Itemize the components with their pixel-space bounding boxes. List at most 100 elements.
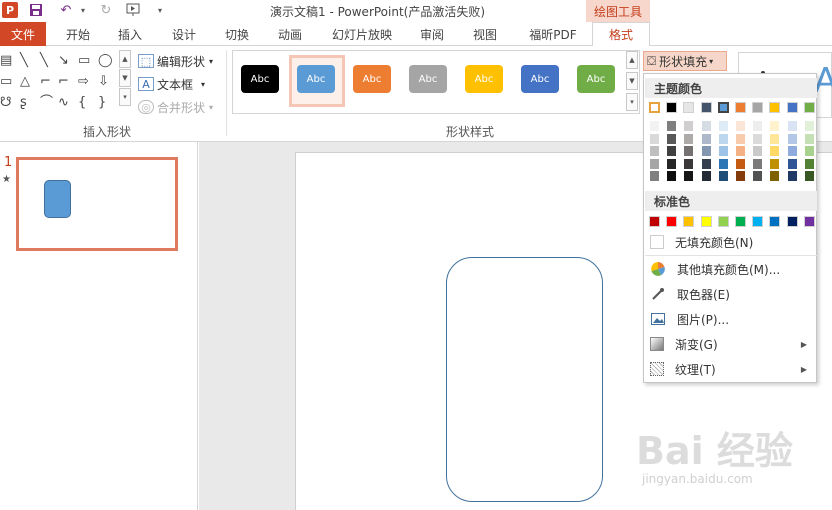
theme-shade-swatch[interactable] (649, 132, 660, 145)
theme-shade-swatch[interactable] (803, 145, 815, 157)
theme-shade-swatch[interactable] (683, 120, 695, 132)
shape-style-2[interactable]: Abc (297, 65, 335, 93)
theme-shade-swatch[interactable] (700, 132, 712, 145)
theme-shade-swatch[interactable] (769, 120, 781, 132)
theme-shade-swatch[interactable] (649, 145, 660, 157)
theme-shade-swatch[interactable] (803, 170, 815, 182)
theme-shade-swatch[interactable] (786, 170, 798, 182)
edit-shape-button[interactable]: ⬚ 编辑形状 ▾ (138, 51, 213, 71)
tab-view[interactable]: 视图 (467, 22, 503, 46)
theme-shade-swatch[interactable] (717, 170, 729, 182)
theme-shade-swatch[interactable] (700, 145, 712, 157)
standard-color-swatch[interactable] (769, 216, 781, 227)
left-brace-shape-icon[interactable]: { (78, 96, 86, 110)
theme-color-swatch[interactable] (735, 102, 746, 113)
theme-color-swatch[interactable] (752, 102, 764, 113)
tab-slideshow[interactable]: 幻灯片放映 (327, 22, 397, 46)
theme-shade-swatch[interactable] (786, 145, 798, 157)
standard-color-swatch[interactable] (683, 216, 695, 227)
theme-shade-swatch[interactable] (752, 120, 764, 132)
triangle-shape-icon[interactable]: △ (20, 75, 30, 89)
arrow-line-shape-icon[interactable]: ↘ (58, 54, 69, 68)
theme-shade-swatch[interactable] (683, 170, 695, 182)
tab-insert[interactable]: 插入 (112, 22, 148, 46)
standard-color-swatch[interactable] (717, 216, 729, 227)
rectangle-shape-icon[interactable]: ▭ (78, 54, 90, 68)
curve-shape-icon[interactable]: ∿ (58, 96, 69, 110)
theme-shade-swatch[interactable] (752, 157, 764, 170)
theme-shade-swatch[interactable] (700, 120, 712, 132)
theme-shade-swatch[interactable] (735, 145, 746, 157)
theme-shade-swatch[interactable] (717, 145, 729, 157)
standard-color-swatch[interactable] (649, 216, 660, 227)
theme-shade-swatch[interactable] (769, 132, 781, 145)
arc-shape-icon[interactable]: ⌒ (40, 96, 53, 110)
theme-shade-swatch[interactable] (735, 120, 746, 132)
theme-shade-swatch[interactable] (769, 170, 781, 182)
theme-shade-swatch[interactable] (752, 132, 764, 145)
theme-shade-swatch[interactable] (717, 132, 729, 145)
standard-color-swatch[interactable] (752, 216, 764, 227)
shape-style-6[interactable]: Abc (521, 65, 559, 93)
theme-shade-swatch[interactable] (666, 120, 678, 132)
tab-home[interactable]: 开始 (60, 22, 96, 46)
standard-color-swatch[interactable] (786, 216, 798, 227)
no-fill-menu-item[interactable]: 无填充颜色(N) (645, 230, 817, 254)
theme-color-swatch[interactable] (666, 102, 678, 113)
theme-shade-swatch[interactable] (752, 170, 764, 182)
tab-transitions[interactable]: 切换 (219, 22, 255, 46)
shapes-scroll-down-icon[interactable]: ▼ (119, 69, 131, 87)
down-arrow-shape-icon[interactable]: ⇩ (98, 75, 109, 89)
theme-shade-swatch[interactable] (803, 157, 815, 170)
eyedropper-menu-item[interactable]: 取色器(E) (645, 282, 817, 306)
theme-shade-swatch[interactable] (735, 170, 746, 182)
theme-color-swatch[interactable] (769, 102, 781, 113)
more-fill-colors-menu-item[interactable]: 其他填充颜色(M)... (645, 257, 817, 281)
shapes-scroll-up-icon[interactable]: ▲ (119, 50, 131, 68)
theme-shade-swatch[interactable] (666, 170, 678, 182)
theme-color-swatch[interactable] (716, 101, 730, 114)
texture-menu-item[interactable]: 纹理(T) ▶ (645, 357, 817, 381)
shape-style-4[interactable]: Abc (409, 65, 447, 93)
theme-shade-swatch[interactable] (683, 157, 695, 170)
styles-more-icon[interactable]: ▾ (626, 93, 638, 111)
freeform-shape-icon[interactable]: ☋ (0, 96, 12, 110)
theme-color-swatch[interactable] (649, 102, 660, 113)
styles-scroll-down-icon[interactable]: ▼ (626, 72, 638, 90)
standard-color-swatch[interactable] (700, 216, 712, 227)
shape-style-1[interactable]: Abc (241, 65, 279, 93)
customize-qat-icon[interactable]: ▾ (152, 2, 168, 18)
styles-scroll-up-icon[interactable]: ▲ (626, 51, 638, 69)
theme-shade-swatch[interactable] (803, 120, 815, 132)
theme-shade-swatch[interactable] (683, 145, 695, 157)
theme-shade-swatch[interactable] (666, 145, 678, 157)
line-shape-icon[interactable]: ╲ (20, 54, 28, 68)
right-brace-shape-icon[interactable]: } (98, 96, 106, 110)
tab-format[interactable]: 格式 (592, 22, 650, 47)
tab-design[interactable]: 设计 (166, 22, 202, 46)
slide-thumbnail[interactable] (16, 157, 178, 251)
standard-color-swatch[interactable] (803, 216, 815, 227)
undo-icon[interactable]: ↶ (58, 2, 74, 18)
theme-color-swatch[interactable] (683, 102, 695, 113)
tab-animations[interactable]: 动画 (272, 22, 308, 46)
theme-shade-swatch[interactable] (717, 120, 729, 132)
shape-style-3[interactable]: Abc (353, 65, 391, 93)
undo-dropdown-icon[interactable]: ▾ (75, 2, 91, 18)
theme-shade-swatch[interactable] (735, 157, 746, 170)
theme-color-swatch[interactable] (700, 102, 712, 113)
theme-shade-swatch[interactable] (700, 157, 712, 170)
theme-shade-swatch[interactable] (666, 132, 678, 145)
theme-shade-swatch[interactable] (735, 132, 746, 145)
shape-style-5[interactable]: Abc (465, 65, 503, 93)
elbow-connector-shape-icon[interactable]: ⌐ (58, 75, 69, 89)
theme-shade-swatch[interactable] (786, 157, 798, 170)
picture-fill-menu-item[interactable]: 图片(P)... (645, 307, 817, 331)
tab-file[interactable]: 文件 (0, 22, 46, 46)
merge-shapes-button[interactable]: ◎ 合并形状 ▾ (138, 97, 213, 117)
theme-shade-swatch[interactable] (769, 145, 781, 157)
theme-shade-swatch[interactable] (786, 120, 798, 132)
slideshow-from-beginning-icon[interactable] (125, 2, 141, 18)
line-shape-icon[interactable]: ╲ (40, 54, 48, 68)
theme-shade-swatch[interactable] (649, 170, 660, 182)
